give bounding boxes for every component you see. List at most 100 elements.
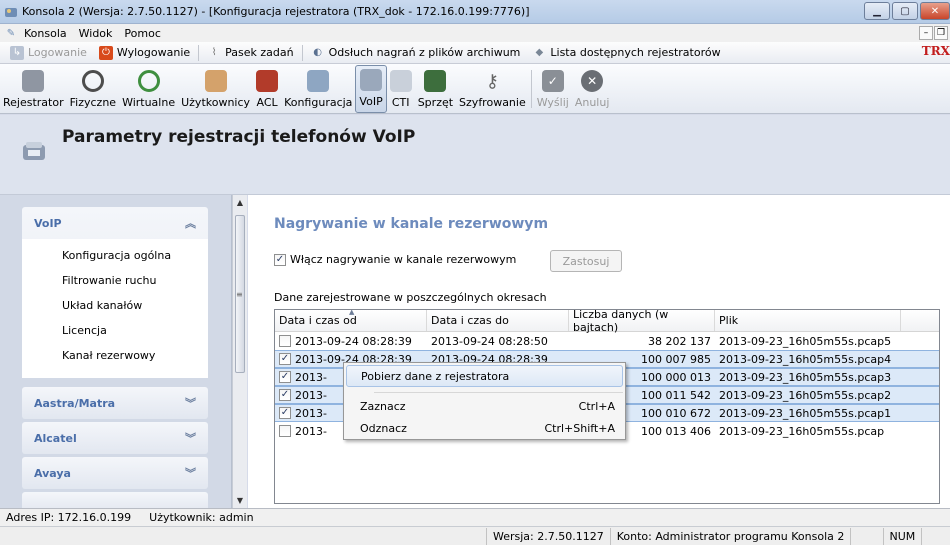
separator [198, 44, 200, 61]
scroll-up-arrow[interactable]: ▲ [233, 195, 247, 210]
archive-playback-button[interactable]: ◐ Odsłuch nagrań z plików archiwum [305, 46, 527, 60]
section-header-voip[interactable]: VoIP ︽ [22, 207, 208, 239]
sidebar: VoIP ︽ Konfiguracja ogólna Filtrowanie r… [0, 195, 232, 508]
sidebar-item-kanal-rezerwowy[interactable]: Kanał rezerwowy [22, 343, 208, 368]
logout-button[interactable]: ⏻ Wylogowanie [93, 45, 196, 60]
toolbar-uzytkownicy[interactable]: Użytkownicy [178, 65, 253, 113]
sidebar-section-aastra[interactable]: Aastra/Matra ︾ [22, 387, 208, 419]
encryption-key-icon: ⚷ [485, 70, 499, 92]
row-checkbox[interactable]: ✓ [279, 407, 291, 419]
recorder-list-button[interactable]: ◆ Lista dostępnych rejestratorów [526, 46, 726, 60]
archive-playback-label: Odsłuch nagrań z plików archiwum [328, 46, 521, 59]
status-bar: Wersja: 2.7.50.1127 Konto: Administrator… [0, 526, 950, 545]
toolbar-szyfrowanie[interactable]: ⚷ Szyfrowanie [456, 65, 529, 113]
toolbar-wyslij[interactable]: ✓ Wyślij [534, 65, 572, 113]
main-content: Nagrywanie w kanale rezerwowym ✓ Włącz n… [248, 195, 950, 508]
menu-item-shortcut: Ctrl+A [578, 399, 615, 413]
section-header-alcatel[interactable]: Alcatel ︾ [22, 422, 208, 454]
cancel-icon: ✕ [581, 70, 604, 92]
menu-item-deselect-all[interactable]: Odznacz Ctrl+Shift+A [346, 417, 623, 439]
column-header-from[interactable]: ▲ Data i czas od [275, 310, 427, 331]
recorder-list-label: Lista dostępnych rejestratorów [550, 46, 721, 59]
cell-file: 2013-09-23_16h05m55s.pcap3 [719, 370, 892, 384]
enable-recording-checkbox[interactable]: ✓ [274, 253, 286, 266]
cell-from: 2013- [295, 388, 327, 402]
column-header-file[interactable]: Plik [715, 310, 901, 331]
menu-item-label: Odznacz [360, 421, 407, 435]
scroll-down-arrow[interactable]: ▼ [233, 493, 247, 508]
toolbar-anuluj[interactable]: ✕ Anuluj [572, 65, 613, 113]
sidebar-scrollbar[interactable]: ▲ ≡ ▼ [232, 195, 247, 508]
chevron-up-icon: ︽ [185, 217, 196, 230]
arrow-icon: ◆ [535, 47, 544, 58]
sidebar-item-licencja[interactable]: Licencja [22, 318, 208, 343]
menu-item-download[interactable]: Pobierz dane z rejestratora [346, 365, 623, 387]
mdi-restore-button[interactable]: ❐ [934, 26, 948, 40]
row-checkbox[interactable]: ✓ [279, 353, 291, 365]
toolbar-cti[interactable]: CTI [387, 65, 415, 113]
toolbar-label: VoIP [359, 95, 383, 108]
cell-file: 2013-09-23_16h05m55s.pcap4 [719, 352, 892, 366]
row-checkbox[interactable] [279, 335, 291, 347]
sidebar-section-alcatel[interactable]: Alcatel ︾ [22, 422, 208, 454]
toolbar-wirtualne[interactable]: Wirtualne [119, 65, 178, 113]
toolbar-sprzet[interactable]: Sprzęt [415, 65, 456, 113]
row-checkbox[interactable]: ✓ [279, 371, 291, 383]
cell-to: 2013-09-24 08:28:50 [431, 334, 548, 348]
sidebar-item-filtrowanie-ruchu[interactable]: Filtrowanie ruchu [22, 268, 208, 293]
sidebar-section-voip: VoIP ︽ Konfiguracja ogólna Filtrowanie r… [22, 207, 208, 378]
section-header-aastra[interactable]: Aastra/Matra ︾ [22, 387, 208, 419]
section-title: Avaya [34, 466, 71, 480]
chevron-down-icon: ︾ [185, 467, 196, 480]
section-subtitle: Nagrywanie w kanale rezerwowym [274, 216, 549, 232]
toolbar-konfiguracja[interactable]: Konfiguracja [281, 65, 355, 113]
task-toolbar: ↳ Logowanie ⏻ Wylogowanie ⌇ Pasek zadań … [0, 42, 950, 64]
column-header-to[interactable]: Data i czas do [427, 310, 569, 331]
app-icon [4, 5, 18, 19]
minimize-button[interactable]: ▁ [864, 2, 890, 20]
table-row[interactable]: 2013-09-24 08:28:39 2013-09-24 08:28:50 … [275, 332, 939, 350]
sidebar-item-konfiguracja-ogolna[interactable]: Konfiguracja ogólna [22, 243, 208, 268]
menu-pomoc[interactable]: Pomoc [118, 27, 166, 40]
login-button[interactable]: ↳ Logowanie [4, 45, 93, 60]
column-label: Data i czas od [279, 314, 357, 327]
toolbar-fizyczne[interactable]: Fizyczne [67, 65, 119, 113]
status-account: Konto: Administrator programu Konsola 2 [609, 527, 851, 545]
menu-item-shortcut: Ctrl+Shift+A [544, 421, 615, 435]
menu-widok[interactable]: Widok [73, 27, 119, 40]
voip-phone-icon [360, 69, 383, 91]
sidebar-section-partial[interactable] [22, 492, 208, 508]
table-header: ▲ Data i czas od Data i czas do Liczba d… [275, 310, 939, 334]
cell-from: 2013- [295, 424, 327, 438]
login-icon: ↳ [10, 45, 24, 60]
enable-recording-row[interactable]: ✓ Włącz nagrywanie w kanale rezerwowym [274, 253, 516, 266]
toolbar-acl[interactable]: ACL [253, 65, 281, 113]
mdi-minimize-button[interactable]: – [919, 26, 933, 40]
toolbar-rejestrator[interactable]: Rejestrator [0, 65, 67, 113]
toolbar-voip[interactable]: VoIP [355, 65, 387, 113]
sidebar-section-avaya[interactable]: Avaya ︾ [22, 457, 208, 489]
row-checkbox[interactable]: ✓ [279, 389, 291, 401]
cti-icon [389, 70, 412, 92]
status-num: NUM [882, 527, 922, 545]
row-checkbox[interactable] [279, 425, 291, 437]
maximize-button[interactable]: ▢ [892, 2, 918, 20]
toolbar-label: Konfiguracja [284, 96, 353, 109]
apply-button[interactable]: Zastosuj [550, 250, 622, 272]
cell-bytes: 38 202 137 [648, 334, 711, 348]
menu-konsola[interactable]: Konsola [18, 27, 73, 40]
section-header-avaya[interactable]: Avaya ︾ [22, 457, 208, 489]
scroll-grip-icon: ≡ [236, 290, 243, 299]
console-menu-icon: ✎ [6, 27, 16, 39]
page-header: Parametry rejestracji telefonów VoIP [0, 115, 950, 195]
column-header-bytes[interactable]: Liczba danych (w bajtach) [569, 310, 715, 334]
sidebar-item-uklad-kanalow[interactable]: Układ kanałów [22, 293, 208, 318]
toolbar-label: Fizyczne [69, 96, 117, 109]
taskbar-label: Pasek zadań [225, 46, 294, 59]
menu-item-select-all[interactable]: Zaznacz Ctrl+A [346, 395, 623, 417]
taskbar-toggle-button[interactable]: ⌇ Pasek zadań [201, 46, 299, 60]
close-button[interactable]: ✕ [920, 2, 950, 20]
table-caption: Dane zarejestrowane w poszczególnych okr… [274, 291, 547, 304]
section-body: Konfiguracja ogólna Filtrowanie ruchu Uk… [22, 239, 208, 378]
users-icon [204, 70, 227, 92]
